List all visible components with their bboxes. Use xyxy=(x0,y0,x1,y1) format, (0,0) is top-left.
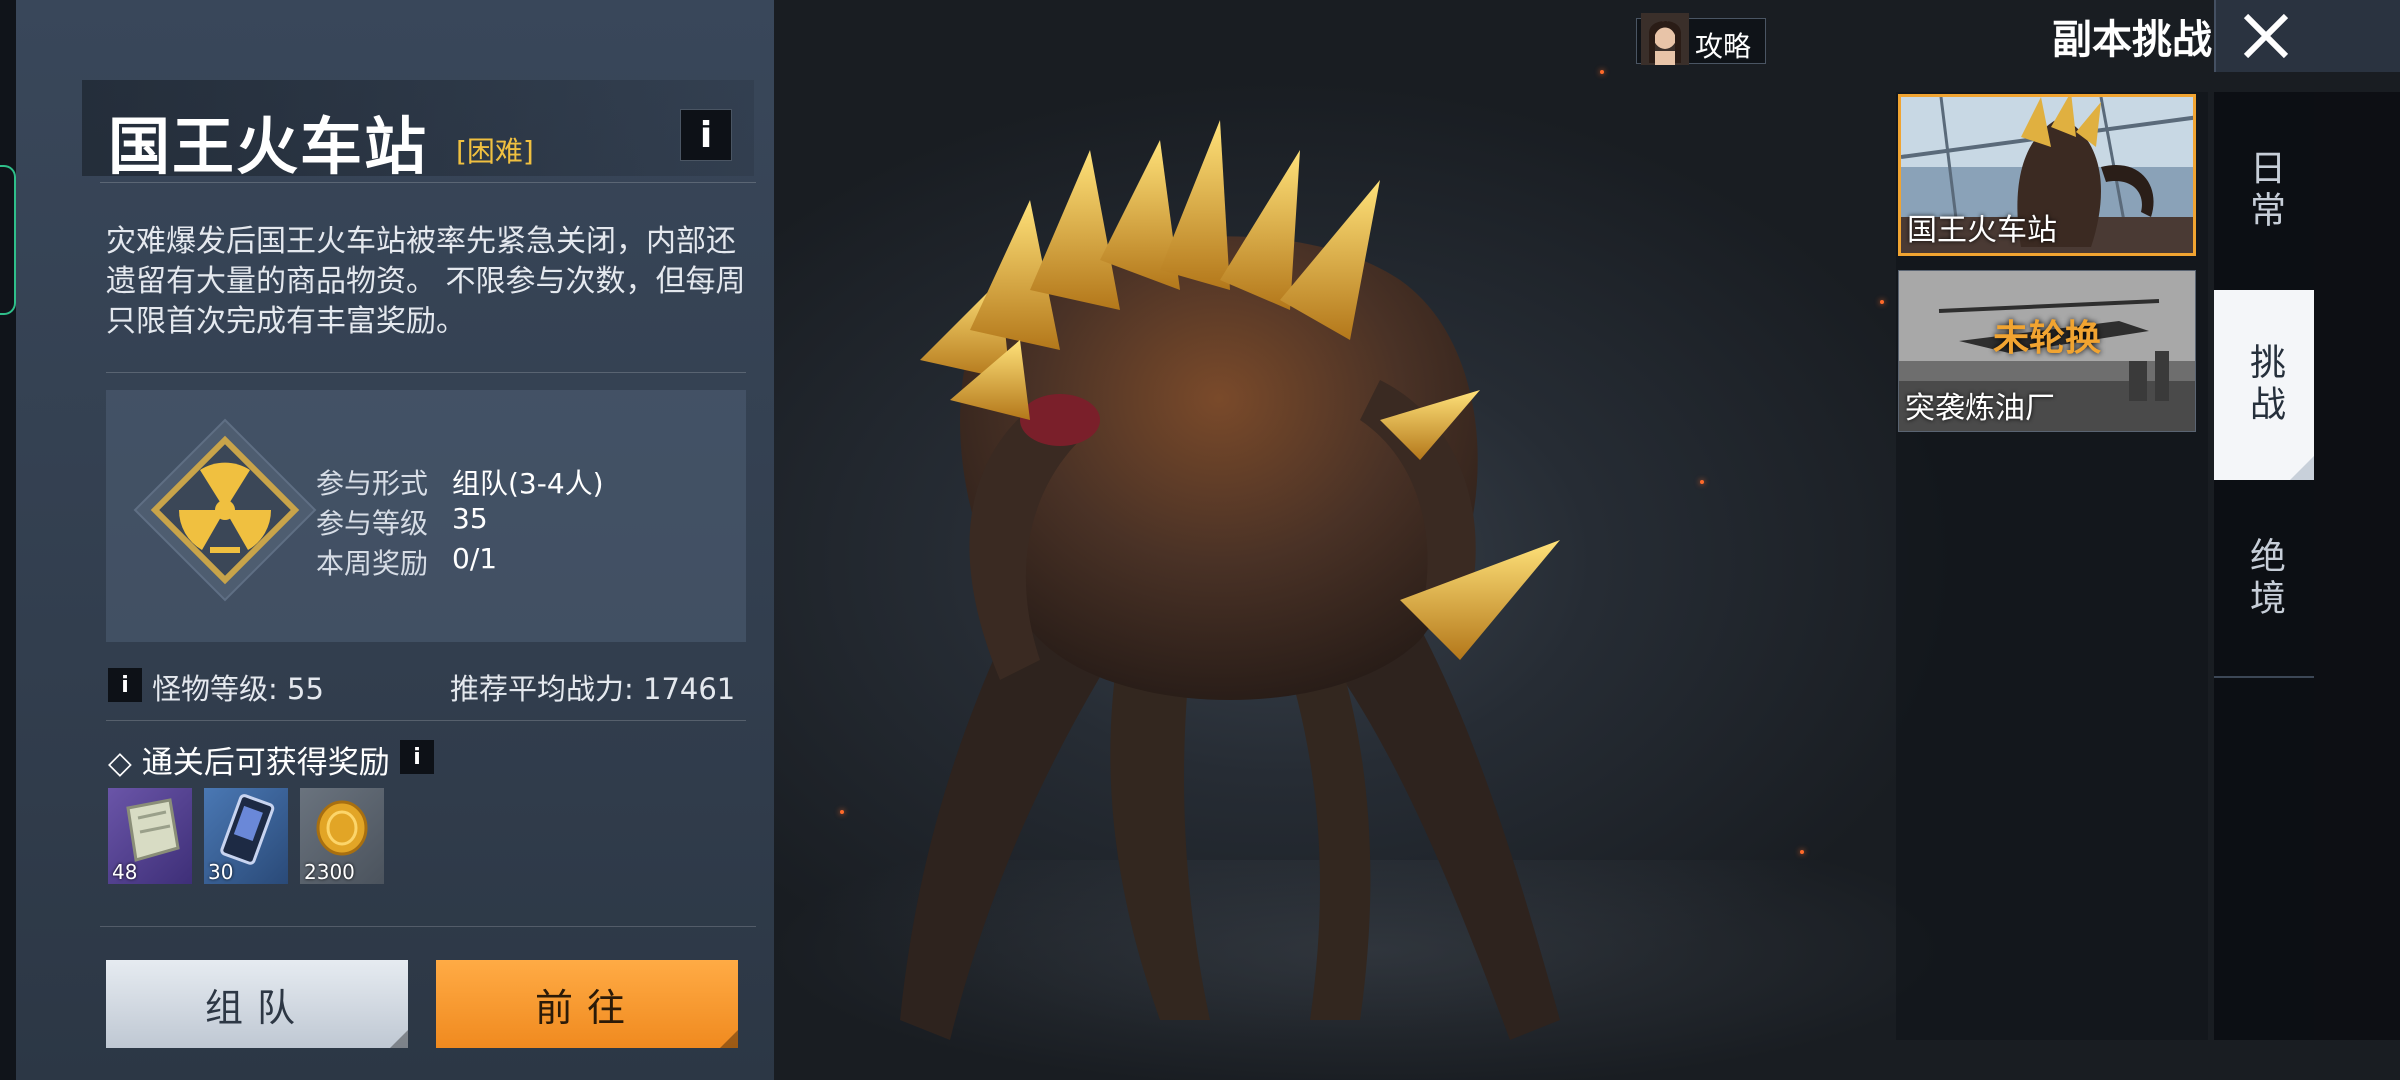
dungeon-card-name: 国王火车站 xyxy=(1907,213,2057,248)
dungeon-title: 国王火车站 xyxy=(108,110,429,183)
divider xyxy=(106,372,746,373)
weekly-value: 0/1 xyxy=(452,542,498,575)
level-row: 参与等级 35 xyxy=(316,502,488,542)
left-edge-bar xyxy=(0,0,16,1080)
recommended-power: 推荐平均战力: 17461 xyxy=(450,672,736,706)
divider xyxy=(106,720,746,721)
ember-particle xyxy=(1800,850,1804,854)
radiation-badge-icon xyxy=(133,418,317,602)
weekly-reward-row: 本周奖励 0/1 xyxy=(316,542,497,582)
right-edge-panel xyxy=(2314,92,2400,1040)
ember-particle xyxy=(840,810,844,814)
tab-extreme[interactable]: 绝境 xyxy=(2214,484,2314,674)
dungeon-card-king-station[interactable]: 国王火车站 xyxy=(1898,94,2196,256)
guide-button[interactable]: 攻略 xyxy=(1636,13,1766,65)
participation-label: 参与形式 xyxy=(316,467,429,500)
divider xyxy=(100,182,756,183)
edge-tab-handle[interactable] xyxy=(0,165,16,315)
weekly-label: 本周奖励 xyxy=(316,547,429,580)
level-label: 参与等级 xyxy=(316,507,429,540)
difficulty-label: [困难] xyxy=(456,135,534,168)
guide-avatar-icon xyxy=(1641,13,1689,65)
reward-qty: 30 xyxy=(208,860,234,884)
monster-level-info-icon[interactable]: i xyxy=(108,668,142,702)
tab-divider xyxy=(2214,676,2314,678)
ember-particle xyxy=(1600,70,1604,74)
tab-challenge[interactable]: 挑战 xyxy=(2214,290,2314,480)
tab-corner-stripe xyxy=(2290,456,2314,480)
close-icon xyxy=(2243,14,2289,58)
tab-label: 绝境 xyxy=(2244,537,2285,621)
close-button[interactable] xyxy=(2214,0,2400,72)
dungeon-card-name: 突袭炼油厂 xyxy=(1905,391,2055,426)
dungeon-description: 灾难爆发后国王火车站被率先紧急关闭，内部还遗留有大量的商品物资。 不限参与次数，… xyxy=(106,224,746,339)
boss-monster-model xyxy=(900,120,1560,1040)
participation-value: 组队(3-4人) xyxy=(452,467,604,500)
button-corner xyxy=(720,1030,738,1048)
button-corner xyxy=(390,1030,408,1048)
reward-info-icon[interactable]: i xyxy=(400,740,434,774)
go-button-label: 前往 xyxy=(534,985,639,1030)
tab-label: 挑战 xyxy=(2244,343,2285,427)
dungeon-card-refinery[interactable]: 未轮换 突袭炼油厂 xyxy=(1898,270,2196,432)
team-button-label: 组队 xyxy=(204,985,309,1030)
page-title: 副本挑战 xyxy=(2052,17,2212,63)
level-value: 35 xyxy=(452,502,488,535)
go-button[interactable]: 前往 xyxy=(436,960,738,1048)
reward-item-armor[interactable]: 48 xyxy=(108,788,192,884)
divider xyxy=(100,926,756,927)
tab-daily[interactable]: 日常 xyxy=(2214,96,2314,286)
reward-qty: 2300 xyxy=(304,860,355,884)
dungeon-info-button[interactable]: i xyxy=(680,109,732,161)
ember-particle xyxy=(1880,300,1884,304)
ember-particle xyxy=(1700,480,1704,484)
reward-title: ◇ 通关后可获得奖励 xyxy=(108,745,390,781)
rotation-status: 未轮换 xyxy=(1992,318,2101,359)
participation-row: 参与形式 组队(3-4人) xyxy=(316,462,604,502)
monster-level: 怪物等级: 55 xyxy=(152,672,324,706)
guide-label: 攻略 xyxy=(1695,30,1752,63)
team-button[interactable]: 组队 xyxy=(106,960,408,1048)
reward-qty: 48 xyxy=(112,860,138,884)
reward-item-chip[interactable]: 30 xyxy=(204,788,288,884)
reward-item-coin[interactable]: 2300 xyxy=(300,788,384,884)
tab-label: 日常 xyxy=(2244,149,2285,233)
